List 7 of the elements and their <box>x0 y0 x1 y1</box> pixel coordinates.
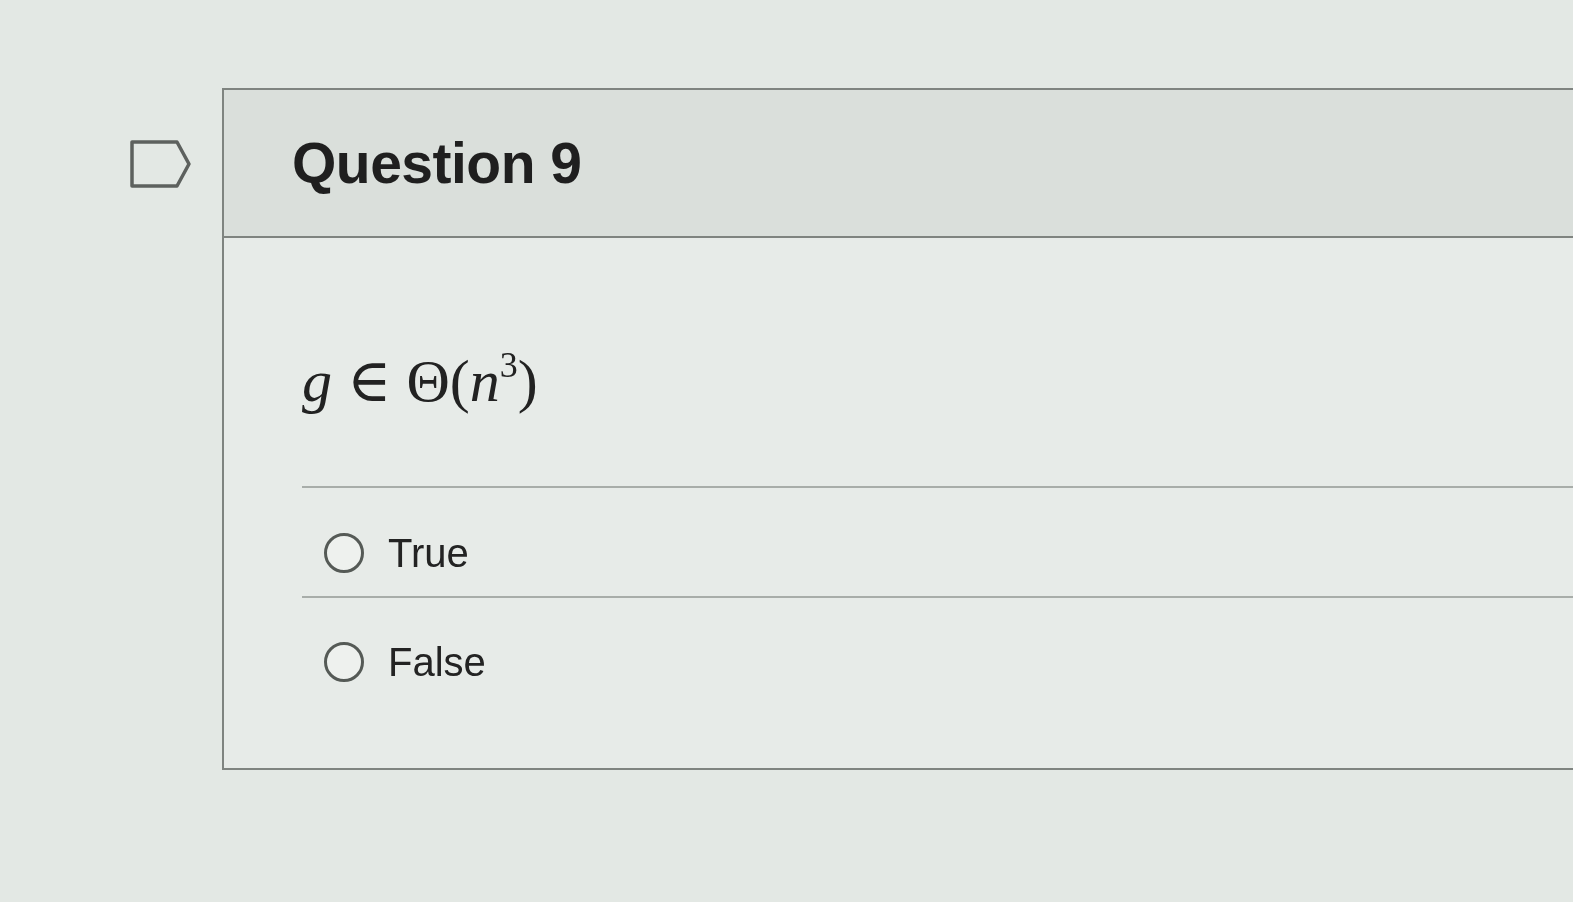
question-prompt: g ∈ Θ(n$^{3}$) <box>302 348 538 414</box>
question-title: Question 9 <box>292 130 582 196</box>
option-label: True <box>388 530 469 576</box>
tag-icon[interactable] <box>130 140 192 188</box>
radio-button[interactable] <box>324 533 364 573</box>
radio-button[interactable] <box>324 642 364 682</box>
option-label: False <box>388 639 486 685</box>
